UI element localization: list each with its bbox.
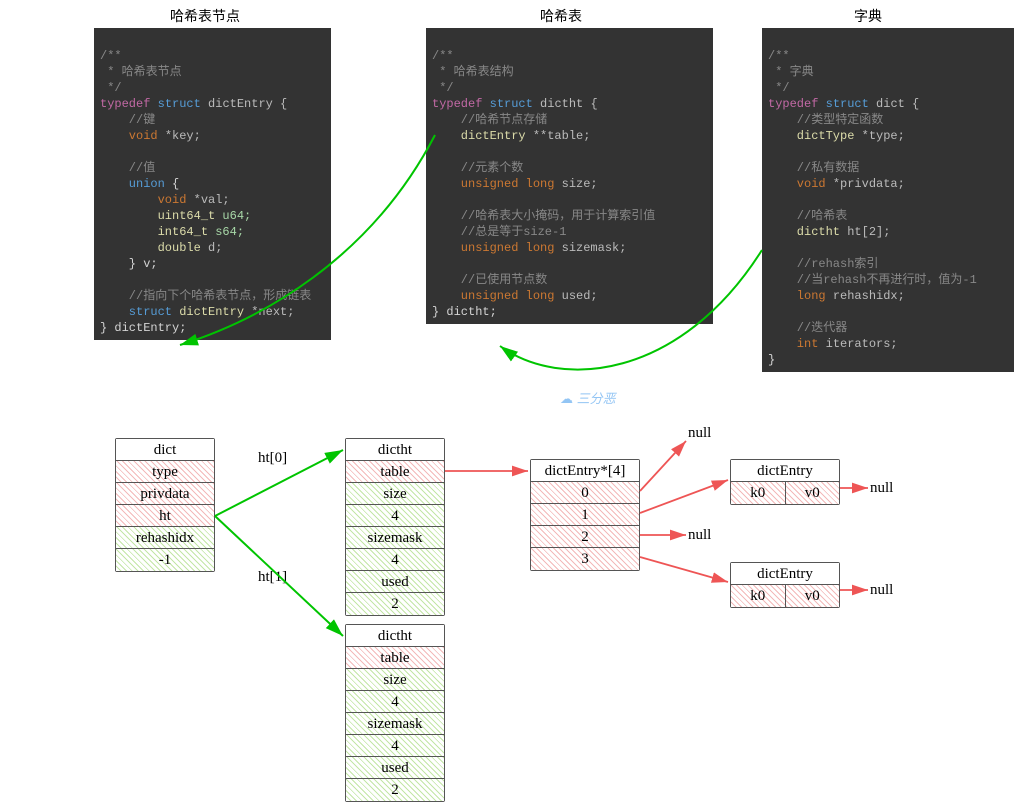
label-ht1: ht[1] — [258, 569, 287, 586]
box-dictht-0: dictht table size 4 sizemask 4 used 2 — [345, 438, 445, 616]
wechat-icon: ☁ — [560, 391, 573, 406]
null-1: null — [870, 480, 893, 497]
null-2: null — [688, 527, 711, 544]
watermark: ☁ 三分恶 — [560, 388, 616, 407]
box-dict: dict type privdata ht rehashidx -1 — [115, 438, 215, 572]
box-dictht-1: dictht table size 4 sizemask 4 used 2 — [345, 624, 445, 802]
title-dict: 字典 — [854, 6, 882, 26]
box-dictentry-2: dictEntry k0 v0 — [730, 562, 840, 608]
code-dictht: /** * 哈希表结构 */ typedef struct dictht { /… — [426, 28, 713, 324]
null-3: null — [870, 582, 893, 599]
code-dictentry: /** * 哈希表节点 */ typedef struct dictEntry … — [94, 28, 331, 340]
code-dict: /** * 字典 */ typedef struct dict { //类型特定… — [762, 28, 1014, 372]
title-dictht: 哈希表 — [540, 6, 582, 26]
box-dictentry-1: dictEntry k0 v0 — [730, 459, 840, 505]
title-entry: 哈希表节点 — [170, 6, 240, 26]
box-entry-array: dictEntry*[4] 0 1 2 3 — [530, 459, 640, 571]
null-0: null — [688, 425, 711, 442]
label-ht0: ht[0] — [258, 450, 287, 467]
